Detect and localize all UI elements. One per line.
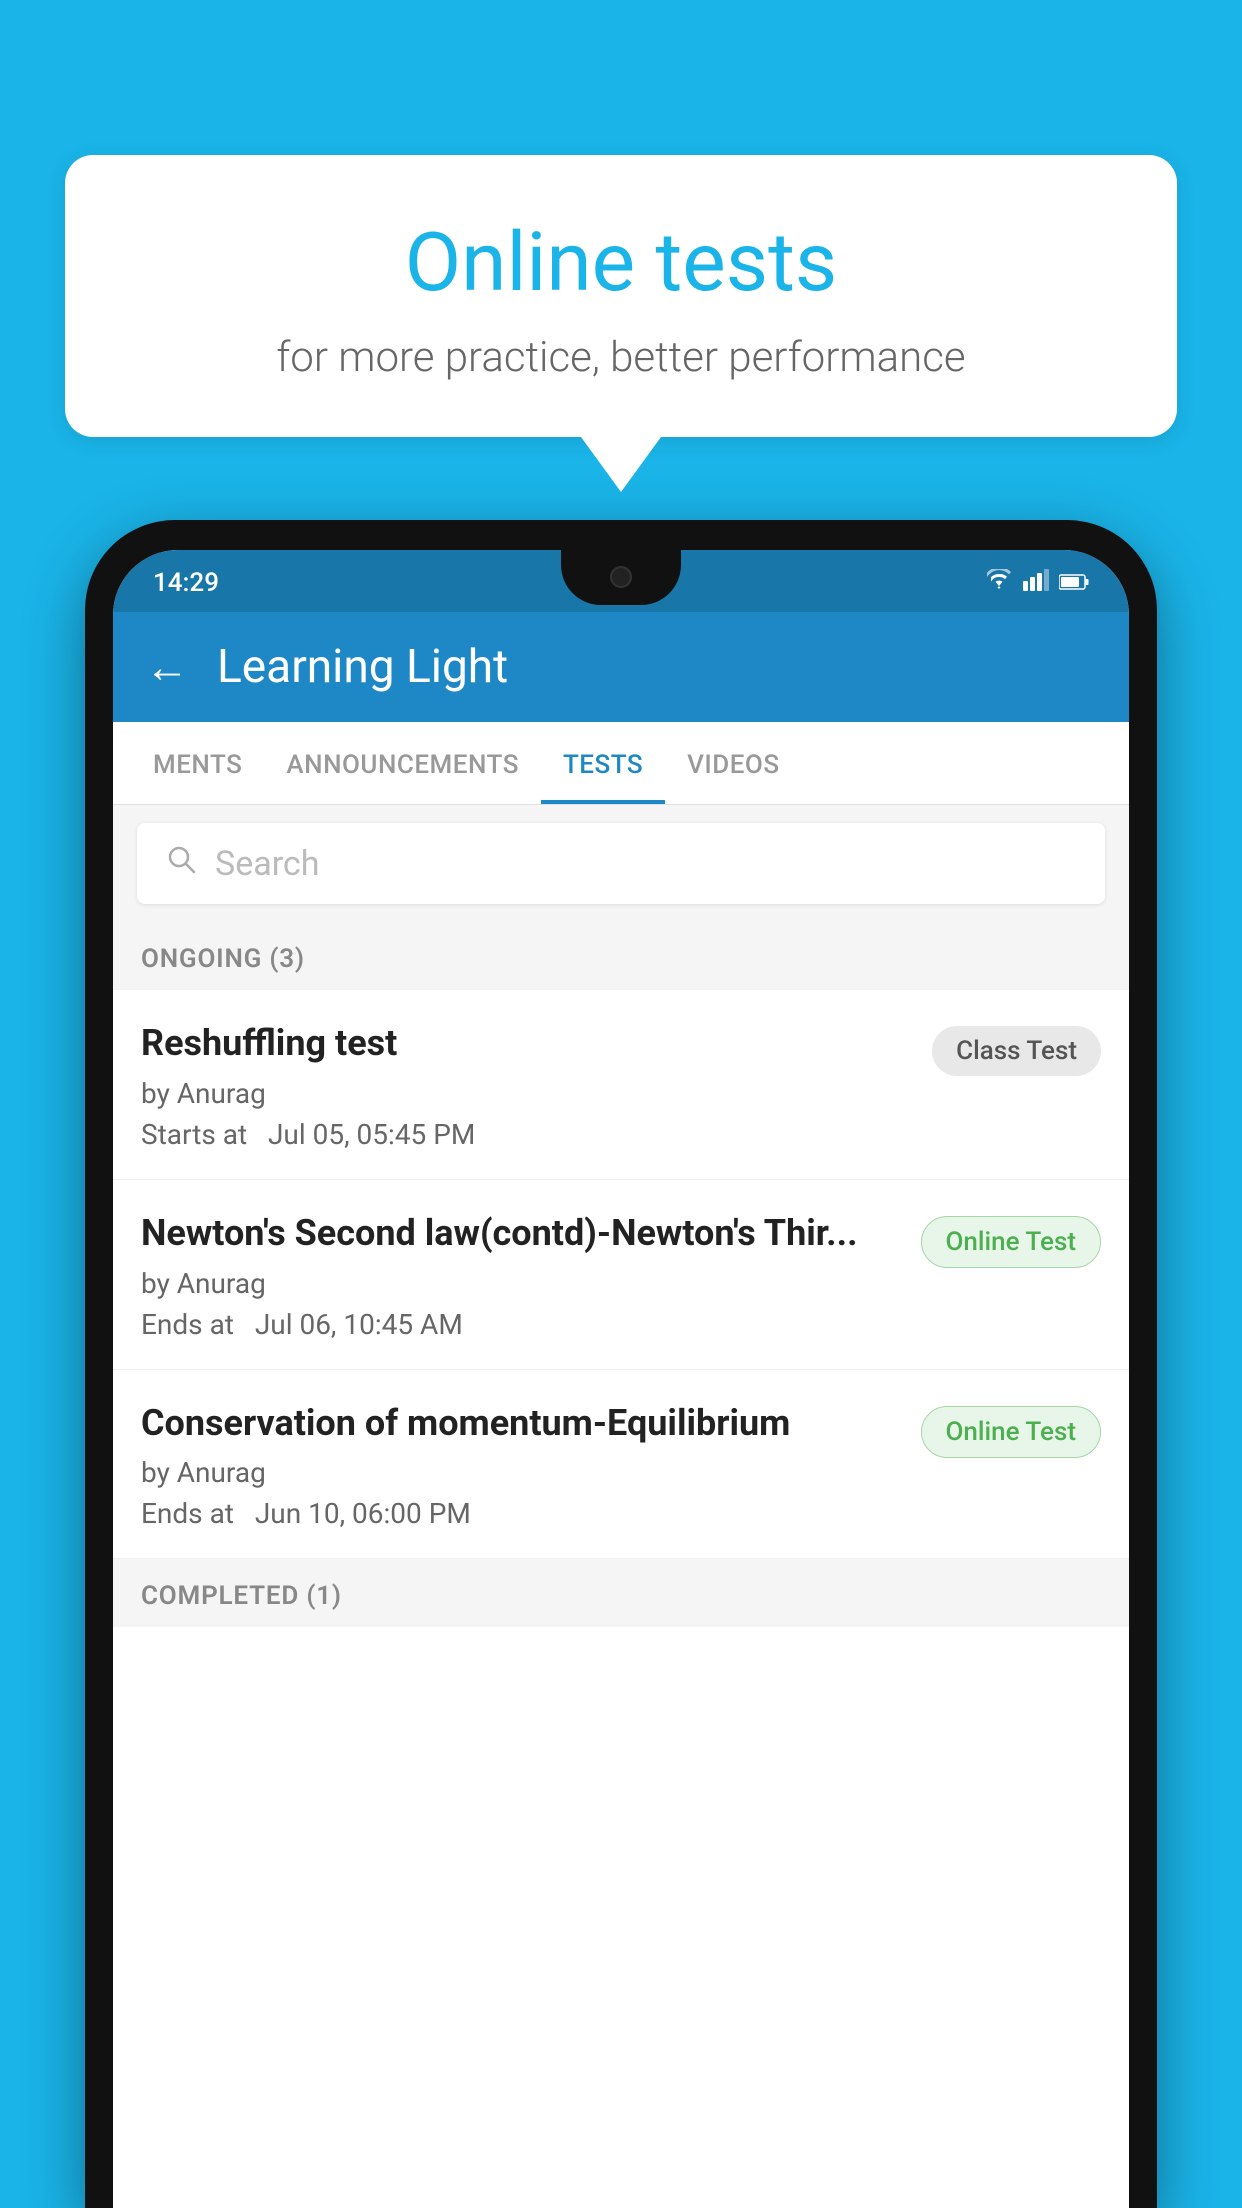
section-ongoing-header: ONGOING (3) [113,922,1129,990]
test-badge-2: Online Test [921,1216,1102,1268]
test-date-value-1: Jul 05, 05:45 PM [268,1118,475,1151]
test-date-label-1: Starts at [141,1118,247,1151]
tab-tests[interactable]: TESTS [541,722,665,804]
search-bar[interactable]: Search [137,823,1105,904]
test-author-3: by Anurag [141,1456,901,1489]
phone-notch [561,550,681,605]
test-date-3: Ends at Jun 10, 06:00 PM [141,1497,901,1530]
back-button[interactable]: ← [145,645,189,689]
phone-screen: 14:29 [113,550,1129,2208]
front-camera [610,566,632,588]
status-time: 14:29 [153,568,219,598]
app-title: Learning Light [217,640,508,694]
speech-bubble-pointer [581,437,661,492]
test-date-value-3: Jun 10, 06:00 PM [255,1497,471,1530]
speech-bubble-container: Online tests for more practice, better p… [65,155,1177,492]
test-name-3: Conservation of momentum-Equilibrium [141,1400,901,1447]
test-date-label-2: Ends at [141,1308,234,1341]
test-author-2: by Anurag [141,1267,901,1300]
test-name-2: Newton's Second law(contd)-Newton's Thir… [141,1210,901,1257]
test-author-1: by Anurag [141,1077,912,1110]
test-content-1: Reshuffling test by Anurag Starts at Jul… [141,1020,932,1151]
test-badge-3: Online Test [921,1406,1102,1458]
test-item-3[interactable]: Conservation of momentum-Equilibrium by … [113,1370,1129,1560]
test-badge-1: Class Test [932,1026,1101,1076]
tab-ments[interactable]: MENTS [131,722,264,804]
phone-frame: 14:29 [85,520,1157,2208]
test-date-label-3: Ends at [141,1497,234,1530]
test-name-1: Reshuffling test [141,1020,912,1067]
test-date-1: Starts at Jul 05, 05:45 PM [141,1118,912,1151]
tab-videos[interactable]: VIDEOS [665,722,801,804]
wifi-icon [985,568,1013,598]
test-content-2: Newton's Second law(contd)-Newton's Thir… [141,1210,921,1341]
test-date-value-2: Jul 06, 10:45 AM [255,1308,463,1341]
test-list: Reshuffling test by Anurag Starts at Jul… [113,990,1129,1559]
test-item-2[interactable]: Newton's Second law(contd)-Newton's Thir… [113,1180,1129,1370]
tabs-bar: MENTS ANNOUNCEMENTS TESTS VIDEOS [113,722,1129,805]
speech-bubble-subtitle: for more practice, better performance [120,333,1122,382]
search-container: Search [113,805,1129,922]
tab-announcements[interactable]: ANNOUNCEMENTS [264,722,541,804]
signal-icon [1023,568,1049,598]
status-icons [985,568,1089,598]
section-completed-header: COMPLETED (1) [113,1559,1129,1627]
speech-bubble-title: Online tests [120,215,1122,311]
search-icon [165,843,197,884]
app-header: ← Learning Light [113,612,1129,722]
search-placeholder: Search [215,844,319,884]
test-item-1[interactable]: Reshuffling test by Anurag Starts at Jul… [113,990,1129,1180]
speech-bubble: Online tests for more practice, better p… [65,155,1177,437]
test-content-3: Conservation of momentum-Equilibrium by … [141,1400,921,1531]
battery-icon [1059,568,1089,598]
test-date-2: Ends at Jul 06, 10:45 AM [141,1308,901,1341]
